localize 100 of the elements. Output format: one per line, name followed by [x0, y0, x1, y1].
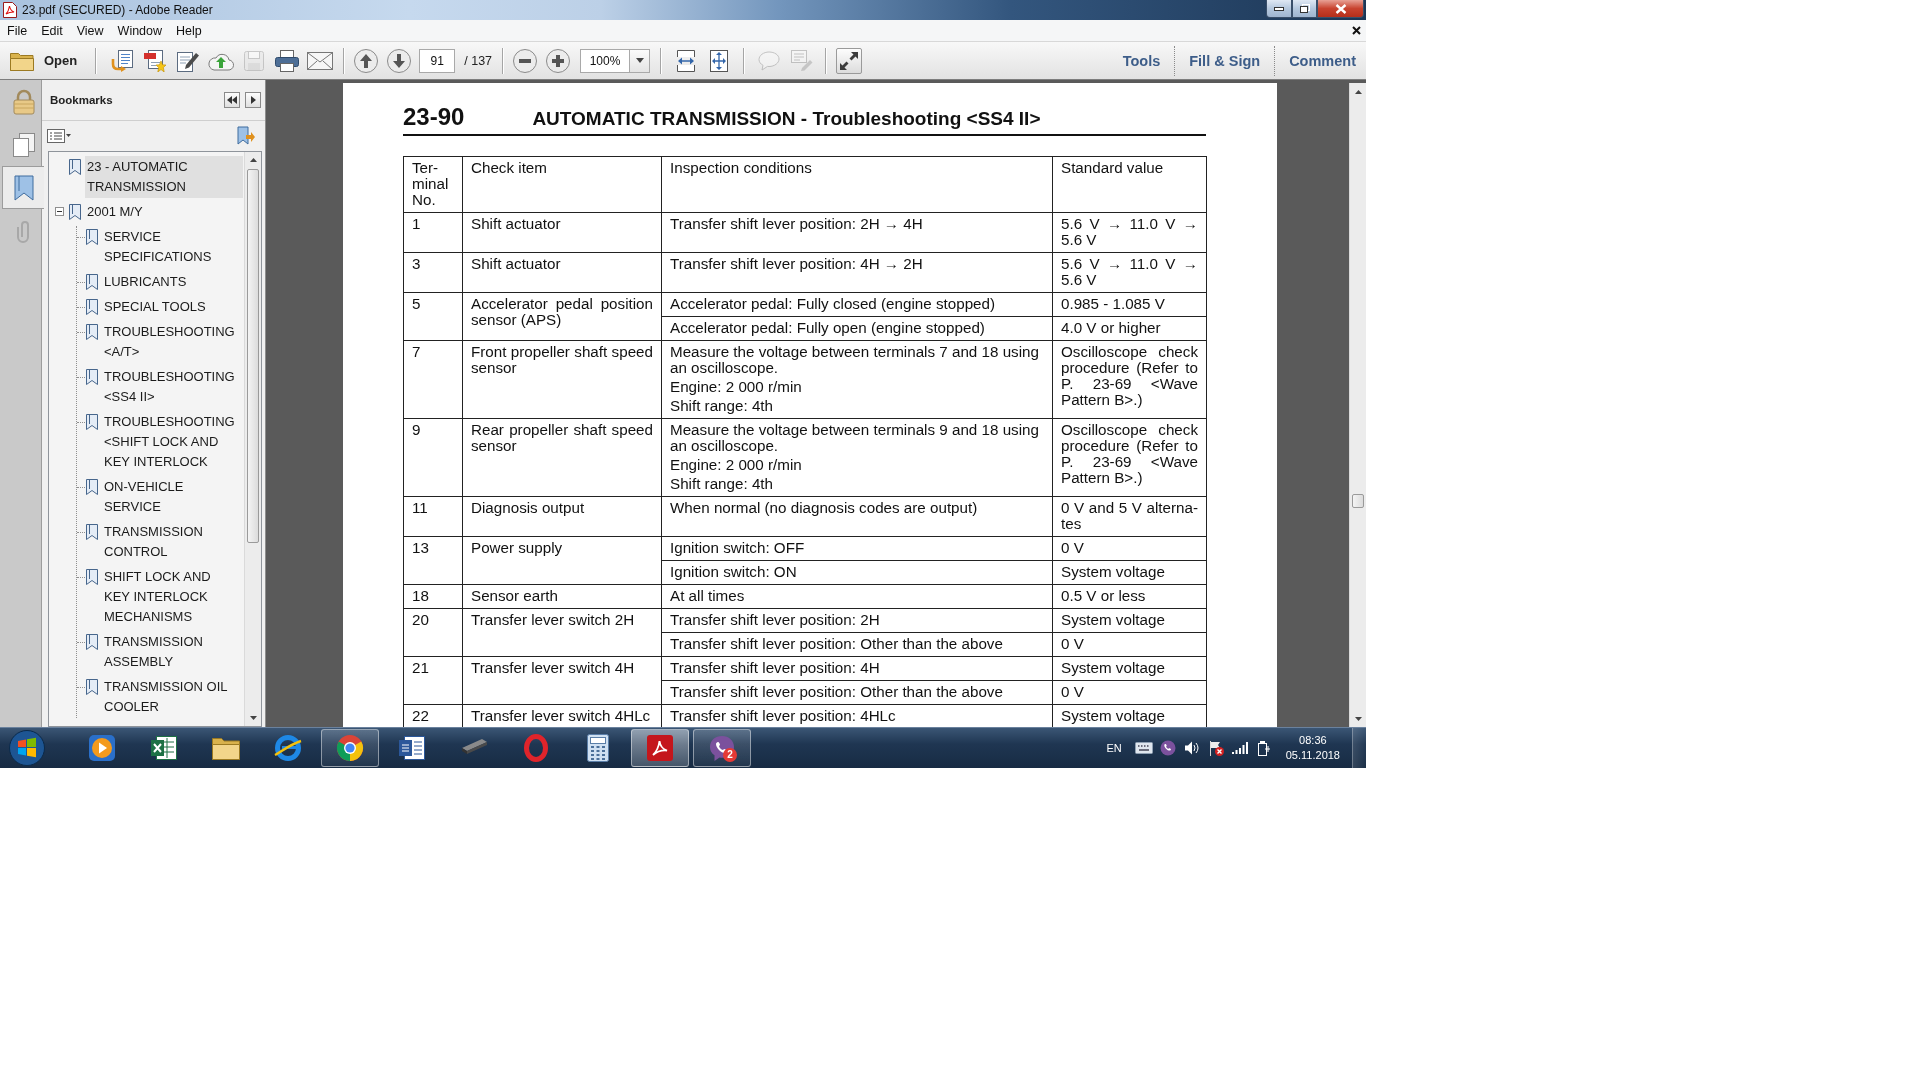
tree-scrollbar[interactable]: [244, 152, 261, 726]
minimize-button[interactable]: [1266, 0, 1292, 18]
clock-time[interactable]: 08:36: [1299, 733, 1327, 748]
panel-title: Bookmarks: [50, 94, 113, 106]
cell-text: Shift range: 4th: [670, 476, 774, 492]
keyboard-icon: [1134, 742, 1153, 754]
table-cell: 7: [403, 340, 463, 419]
restore-button[interactable]: [1292, 0, 1317, 18]
bookmark-item[interactable]: SPECIAL TOOLS: [102, 296, 240, 318]
minimize-icon: [1274, 6, 1284, 11]
envelope-icon: [306, 51, 333, 70]
minus-box-icon[interactable]: [55, 207, 64, 216]
page-number-field[interactable]: 91: [419, 48, 456, 73]
page-count: / 137: [464, 53, 493, 68]
menu-item[interactable]: Edit: [34, 21, 70, 40]
folder-icon: [212, 736, 240, 760]
zoom-dropdown-button[interactable]: [629, 48, 651, 73]
full-screen-button[interactable]: [836, 47, 863, 74]
bookmark-action-button[interactable]: [237, 126, 255, 146]
column-header: Inspection conditions: [661, 156, 1053, 213]
taskbar-app[interactable]: [321, 729, 379, 767]
menu-item[interactable]: View: [69, 21, 111, 40]
bookmark-icon: [86, 569, 98, 585]
table-cell: 5: [403, 292, 463, 341]
language-indicator[interactable]: EN: [1106, 742, 1122, 754]
bookmark-icon: [86, 679, 98, 695]
bookmark-icon: [86, 634, 98, 650]
scroll-up-icon: [1354, 89, 1362, 94]
scrollbar-thumb[interactable]: [1352, 494, 1364, 508]
table-cell: Transfer shift lever position: Other than the above: [661, 632, 1053, 657]
flag-error-icon: [1207, 740, 1224, 756]
table-cell: 4.0 V or higher: [1052, 316, 1207, 341]
bookmark-item[interactable]: TROUBLESHOOTING <SHIFT LOCK AND KEY INTERLOCK: [102, 411, 240, 473]
taskbar-app[interactable]: 2: [693, 729, 751, 767]
phone-bubble-icon: [1159, 740, 1176, 756]
bookmark-item[interactable]: TROUBLESHOOTING <A/T>: [102, 321, 240, 363]
document-scrollbar[interactable]: [1349, 83, 1366, 727]
options-button[interactable]: [47, 129, 71, 143]
bookmark-item[interactable]: SERVICE SPECIFICATIONS: [102, 226, 240, 268]
panel-link[interactable]: Fill & Sign: [1175, 45, 1275, 76]
clock-date[interactable]: 05.11.2018: [1285, 748, 1340, 763]
bookmark-icon: [86, 479, 98, 495]
open-button[interactable]: Open: [6, 45, 82, 76]
orb-icon: [9, 730, 45, 766]
bookmark-item[interactable]: TROUBLESHOOTING <SS4 II>: [102, 366, 240, 408]
scroll-down-icon: [1354, 716, 1362, 721]
table-cell: 3: [403, 252, 463, 293]
list-caret-icon: [47, 129, 71, 143]
bookmark-icon: [86, 414, 98, 430]
scroll-up-icon: [249, 158, 257, 162]
show-desktop-button[interactable]: [1352, 728, 1366, 768]
document-icon: [398, 734, 426, 762]
menu-item[interactable]: Help: [169, 21, 209, 40]
table-cell: 13: [403, 536, 463, 585]
table-cell: Transfer shift lever position: Other than the above: [661, 680, 1053, 705]
cell-text: Engine: 2 000 r/min: [670, 457, 803, 473]
next-panel-button[interactable]: [245, 92, 261, 108]
bookmark-item[interactable]: 23 - AUTOMATIC TRANSMISSION: [85, 156, 243, 198]
page-number: 23-90: [403, 103, 465, 131]
column-header: Standard value: [1052, 156, 1207, 213]
table-cell: Diagnosis output: [462, 496, 662, 537]
bookmark-item[interactable]: ON-VEHICLE SERVICE: [102, 476, 240, 518]
menu-item[interactable]: Window: [110, 21, 170, 40]
table-cell: Transfer lever switch 2H: [462, 608, 662, 657]
bookmark-item[interactable]: TRANSMISSION ASSEMBLY: [102, 631, 240, 673]
panel-link[interactable]: Comment: [1275, 45, 1366, 76]
table-cell: 0.5 V or less: [1052, 584, 1207, 609]
bookmark-icon: [86, 369, 98, 385]
bookmark-item[interactable]: TRANSMISSION OIL COOLER: [102, 676, 240, 718]
padlock-icon: [12, 88, 35, 115]
speaker-icon: [1183, 741, 1200, 755]
scroll-down-icon: [249, 716, 257, 720]
bookmark-item[interactable]: LUBRICANTS: [102, 271, 240, 293]
table-cell: 11: [403, 496, 463, 537]
bookmark-item[interactable]: SHIFT LOCK AND KEY INTERLOCK MECHANISMS: [102, 566, 240, 628]
double-left-icon: [227, 96, 237, 104]
panel-link[interactable]: Tools: [1108, 45, 1175, 76]
browser-icon: [274, 734, 302, 762]
side-tab[interactable]: [2, 166, 44, 209]
collapse-panel-button[interactable]: [224, 92, 240, 108]
save-icon: [243, 50, 264, 71]
restore-icon: [1299, 4, 1310, 13]
minus-circle-icon: [512, 48, 537, 73]
document-pen-icon: [176, 49, 199, 72]
scrollbar-thumb[interactable]: [247, 169, 259, 543]
page-heading: AUTOMATIC TRANSMISSION - Troubleshooting <SS4 II>: [532, 108, 1041, 130]
folder-icon: [10, 50, 34, 71]
scanner-icon: [460, 739, 488, 757]
zoom-field[interactable]: 100%: [580, 48, 630, 73]
table-cell: Shift actuator: [462, 212, 662, 253]
close-icon[interactable]: [1352, 26, 1361, 35]
table-cell: 0 V: [1052, 536, 1207, 561]
bookmark-icon: [86, 324, 98, 340]
swirl-tile-icon: [646, 734, 674, 762]
table-cell: Transfer shift lever position: 2H → 4H: [661, 212, 1053, 253]
close-button[interactable]: [1317, 0, 1364, 18]
bookmark-item[interactable]: 2001 M/Y: [85, 201, 243, 223]
notification-badge: 2: [723, 748, 737, 762]
menu-item[interactable]: File: [0, 21, 35, 40]
bookmark-item[interactable]: TRANSMISSION CONTROL: [102, 521, 240, 563]
